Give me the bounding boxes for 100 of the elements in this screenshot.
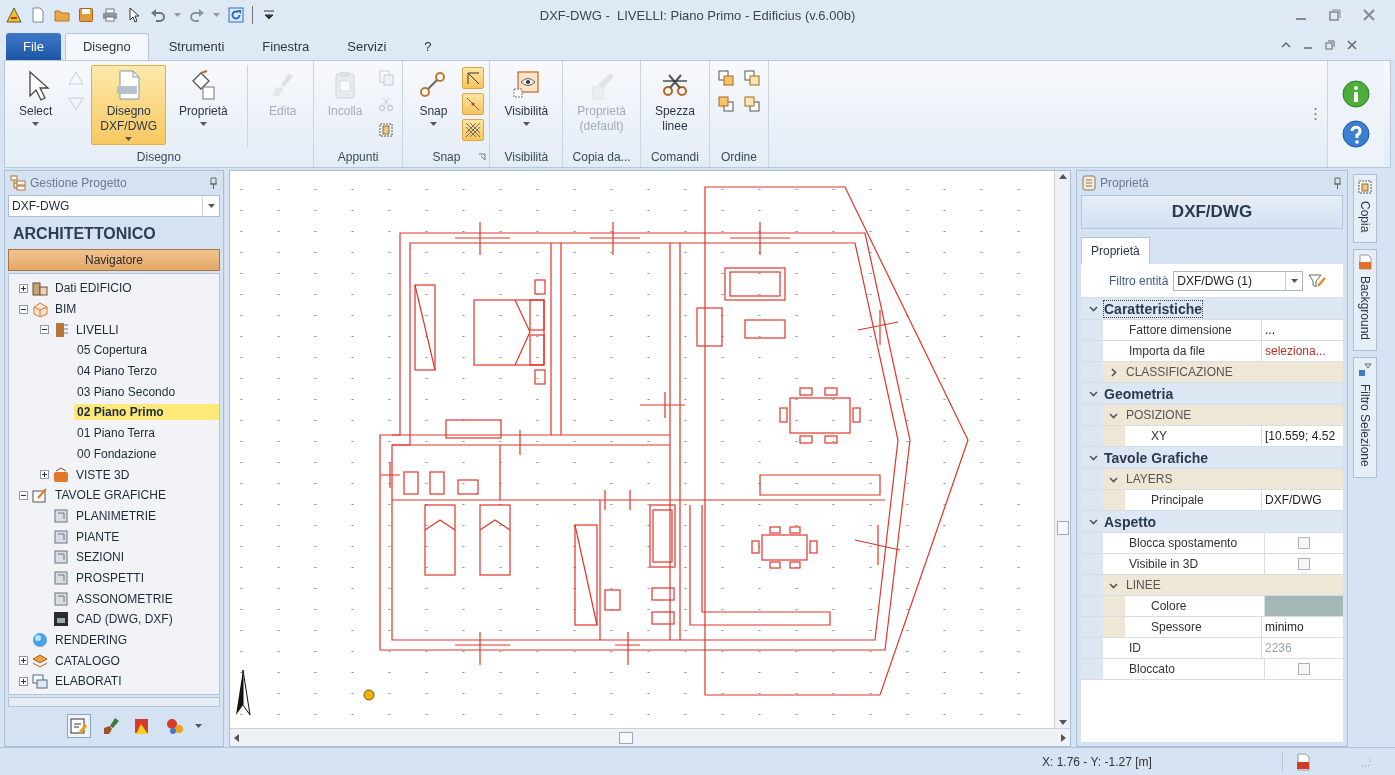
scroll-left-icon[interactable]	[234, 733, 239, 742]
close-icon[interactable]	[1363, 9, 1375, 21]
folder-icon[interactable]	[54, 7, 70, 23]
checkbox[interactable]	[1298, 537, 1310, 549]
printer-icon[interactable]	[102, 7, 118, 23]
tree-item[interactable]: Dati EDIFICIO	[52, 280, 135, 297]
tree-item[interactable]: 01 Piano Terra	[74, 425, 158, 442]
ribbon-button[interactable]: Disegno DXF/DWG	[91, 65, 167, 145]
horizontal-scrollbar[interactable]	[230, 728, 1070, 746]
group-label: Snap	[432, 150, 461, 164]
save-icon[interactable]	[78, 7, 94, 23]
scroll-down-icon[interactable]	[1058, 720, 1067, 725]
ribbon-tab[interactable]: Disegno	[64, 33, 149, 60]
close-icon[interactable]	[1347, 40, 1357, 50]
tree-item[interactable]: 00 Fondazione	[74, 445, 160, 462]
chevron-down-icon[interactable]	[1109, 580, 1118, 590]
undo-icon[interactable]	[150, 7, 166, 23]
ribbon-button[interactable]: Select	[10, 65, 62, 137]
scroll-right-icon[interactable]	[1061, 733, 1066, 742]
pointer-icon[interactable]	[126, 7, 142, 23]
background-file-icon[interactable]	[1295, 752, 1311, 771]
property-label: Blocca spostamento	[1103, 533, 1265, 553]
ribbon-tab[interactable]: Servizi	[329, 33, 405, 60]
property-value: 2236	[1264, 640, 1293, 657]
tree-item[interactable]: PROSPETTI	[73, 569, 147, 586]
expand-icon[interactable]	[19, 656, 28, 666]
pin-icon[interactable]	[209, 177, 218, 189]
group-label: Appunti	[337, 150, 379, 164]
tree-item[interactable]: 05 Copertura	[74, 342, 151, 359]
building-icon	[32, 280, 48, 297]
dialog-launcher-icon[interactable]	[478, 153, 487, 161]
color-swatch[interactable]	[1265, 596, 1343, 616]
scrollbar-thumb[interactable]	[1056, 521, 1069, 536]
expand-icon[interactable]	[19, 676, 28, 686]
refresh-icon[interactable]	[228, 7, 244, 23]
info-icon[interactable]	[1342, 80, 1370, 108]
tree-item[interactable]: CATALOGO	[52, 652, 123, 669]
panel-heading: ARCHITETTONICO	[12, 224, 157, 244]
tree-item[interactable]: SEZIONI	[73, 549, 127, 566]
ribbon-button[interactable]	[462, 67, 485, 89]
chevron-right-icon[interactable]	[1109, 367, 1118, 377]
tree-item[interactable]: 02 Piano Primo	[74, 404, 219, 421]
tree-item[interactable]: 03 Piano Secondo	[74, 383, 179, 400]
tree-item[interactable]: PIANTE	[73, 528, 123, 545]
tree-item[interactable]: RENDERING	[52, 632, 130, 649]
vertical-scrollbar[interactable]	[1054, 171, 1070, 728]
tree-item[interactable]: LIVELLI	[73, 321, 122, 338]
chevron-down-icon[interactable]	[1089, 453, 1098, 462]
scroll-up-icon[interactable]	[1058, 174, 1067, 179]
collapse-icon[interactable]	[40, 325, 49, 335]
ribbon-button[interactable]: Visibilità	[495, 65, 558, 137]
expand-icon[interactable]	[19, 283, 28, 293]
expand-icon[interactable]	[40, 470, 49, 480]
panel-tab[interactable]: Proprietà	[1081, 237, 1150, 264]
checkbox[interactable]	[1298, 558, 1310, 570]
side-tab[interactable]: Filtro Selezione	[1353, 357, 1377, 479]
tree-item[interactable]: VISTE 3D	[73, 466, 133, 483]
project-dropdown[interactable]: DXF-DWG	[8, 195, 220, 217]
ribbon-button[interactable]	[462, 119, 485, 141]
redo-icon[interactable]	[189, 7, 205, 23]
checkbox[interactable]	[1298, 663, 1310, 675]
ribbon-button[interactable]	[462, 93, 485, 115]
restore-icon[interactable]	[1329, 9, 1341, 21]
tree-item[interactable]: ASSONOMETRIE	[73, 590, 176, 607]
tree-item[interactable]: TAVOLE GRAFICHE	[52, 487, 169, 504]
restore-icon[interactable]	[1325, 40, 1335, 50]
ribbon-button[interactable]: Spezza linee	[645, 65, 704, 138]
chevron-down-icon[interactable]	[1109, 474, 1118, 484]
chevron-down-icon[interactable]	[1109, 410, 1118, 420]
filter-dropdown[interactable]: DXF/DWG (1)	[1173, 271, 1304, 291]
side-tab[interactable]: Background	[1353, 249, 1377, 352]
scrollbar-thumb[interactable]	[619, 731, 633, 744]
filter-edit-icon[interactable]	[1308, 273, 1327, 289]
collapse-icon[interactable]	[19, 304, 28, 314]
tool-button[interactable]	[66, 714, 91, 738]
collapse-ribbon-icon[interactable]	[1281, 40, 1291, 50]
tree-item[interactable]: BIM	[52, 301, 80, 318]
tree-item[interactable]: PLANIMETRIE	[73, 507, 159, 524]
ribbon-tab[interactable]: Finestra	[244, 33, 328, 60]
app-logo-icon[interactable]	[6, 7, 22, 23]
ribbon-button[interactable]: Proprietà	[170, 65, 237, 137]
navigator-button[interactable]: Navigatore	[8, 249, 220, 271]
help-icon[interactable]	[1342, 120, 1370, 148]
new-file-icon[interactable]	[30, 7, 46, 23]
ribbon-tab[interactable]: Strumenti	[150, 33, 243, 60]
ribbon-tab[interactable]: ?	[406, 33, 450, 60]
chevron-down-icon[interactable]	[1089, 517, 1098, 526]
collapse-icon[interactable]	[19, 490, 28, 500]
tree-item[interactable]: ELABORATI	[52, 673, 125, 690]
tree-item[interactable]: 04 Piano Terzo	[74, 363, 160, 380]
select-link[interactable]: seleziona...	[1265, 344, 1326, 358]
chevron-down-icon[interactable]	[1089, 304, 1098, 313]
file-menu-button[interactable]: File	[6, 33, 61, 60]
pin-icon[interactable]	[1333, 177, 1342, 189]
side-tab[interactable]: Copia	[1353, 174, 1377, 244]
chevron-down-icon[interactable]	[1089, 389, 1098, 398]
ribbon-button[interactable]: Snap	[408, 65, 459, 137]
horizontal-scrollbar[interactable]	[8, 697, 220, 707]
caret-icon	[199, 122, 207, 126]
tree-item[interactable]: CAD (DWG, DXF)	[73, 611, 176, 628]
